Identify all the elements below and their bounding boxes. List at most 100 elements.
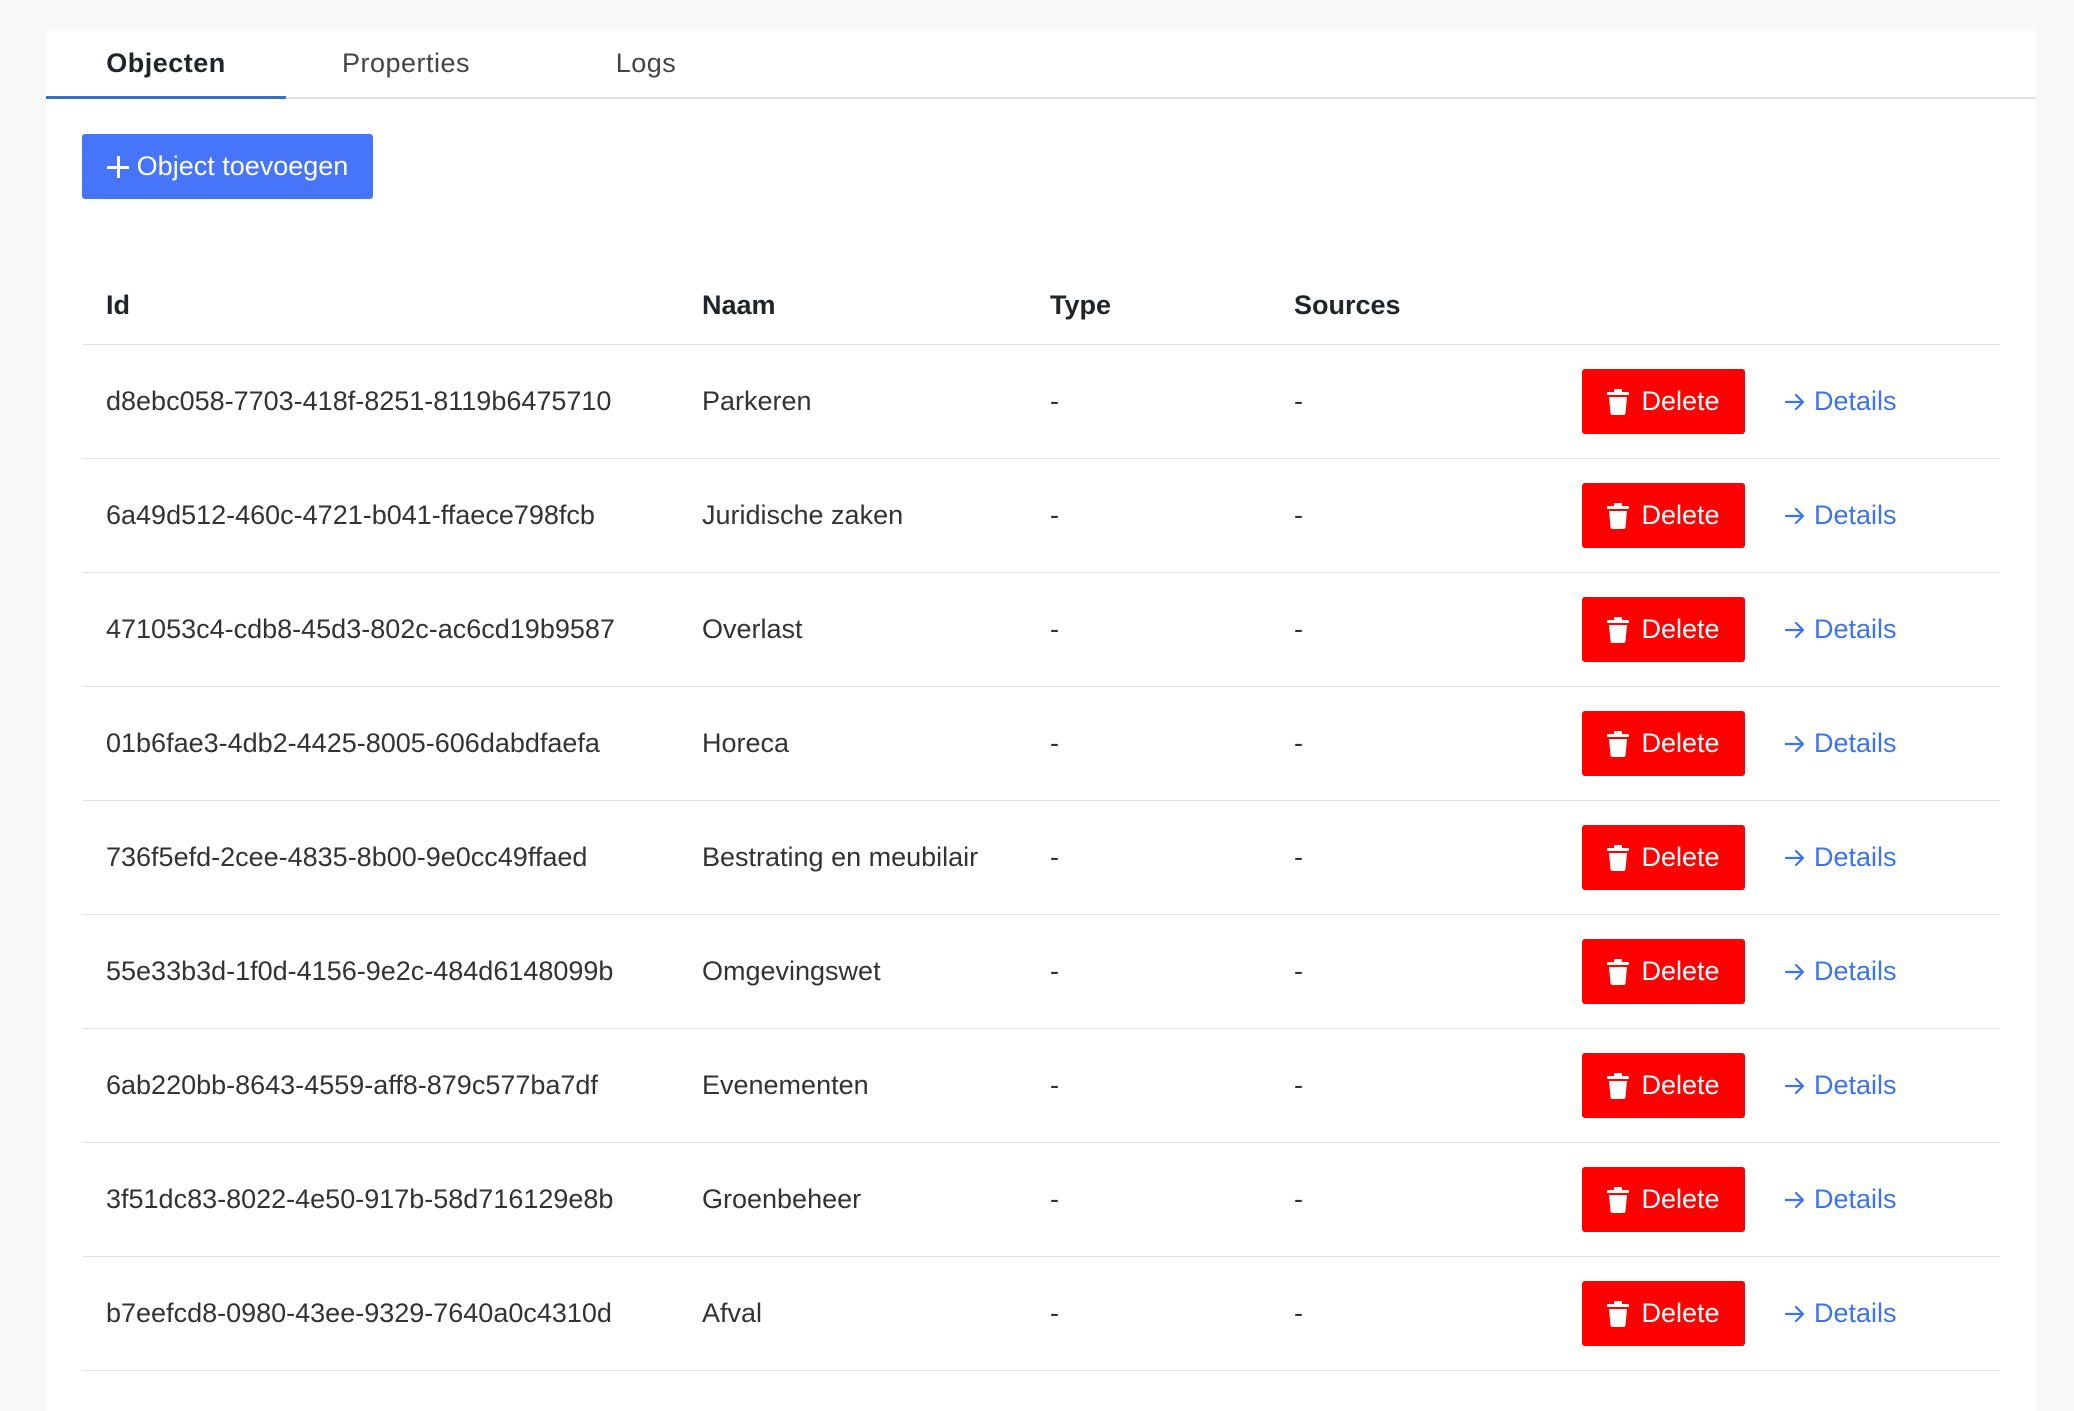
cell-type: - xyxy=(1050,1298,1059,1328)
delete-label: Delete xyxy=(1641,956,1720,986)
table-row: 55e33b3d-1f0d-4156-9e2c-484d6148099b Omg… xyxy=(82,915,2000,1029)
arrow-right-icon xyxy=(1784,1077,1805,1094)
details-label: Details xyxy=(1814,728,1897,758)
cell-id: b7eefcd8-0980-43ee-9329-7640a0c4310d xyxy=(106,1298,612,1328)
cell-id: 3f51dc83-8022-4e50-917b-58d716129e8b xyxy=(106,1184,614,1214)
delete-label: Delete xyxy=(1641,500,1720,530)
delete-label: Delete xyxy=(1641,614,1720,644)
delete-label: Delete xyxy=(1641,1184,1720,1214)
trash-icon xyxy=(1607,958,1630,985)
delete-label: Delete xyxy=(1641,842,1720,872)
delete-label: Delete xyxy=(1641,386,1720,416)
details-link[interactable]: Details xyxy=(1784,1257,1897,1370)
arrow-right-icon xyxy=(1784,963,1805,980)
details-link[interactable]: Details xyxy=(1784,573,1897,686)
trash-icon xyxy=(1607,844,1630,871)
delete-button[interactable]: Delete xyxy=(1582,825,1745,890)
cell-sources: - xyxy=(1294,1184,1303,1214)
trash-icon xyxy=(1607,730,1630,757)
cell-naam: Afval xyxy=(702,1298,763,1328)
details-link[interactable]: Details xyxy=(1784,915,1897,1028)
delete-button[interactable]: Delete xyxy=(1582,597,1745,662)
tab-properties[interactable]: Properties xyxy=(286,31,526,97)
cell-type: - xyxy=(1050,614,1059,644)
cell-sources: - xyxy=(1294,500,1303,530)
cell-naam: Groenbeheer xyxy=(702,1184,862,1214)
details-label: Details xyxy=(1814,500,1897,530)
delete-button[interactable]: Delete xyxy=(1582,1281,1745,1346)
trash-icon xyxy=(1607,1186,1630,1213)
cell-sources: - xyxy=(1294,1070,1303,1100)
table-row: d8ebc058-7703-418f-8251-8119b6475710 Par… xyxy=(82,345,2000,459)
arrow-right-icon xyxy=(1784,735,1805,752)
tab-objecten[interactable]: Objecten xyxy=(46,31,286,99)
trash-icon xyxy=(1607,502,1630,529)
cell-naam: Bestrating en meubilair xyxy=(702,842,979,872)
delete-button[interactable]: Delete xyxy=(1582,369,1745,434)
add-object-label: Object toevoegen xyxy=(136,151,349,181)
cell-id: 471053c4-cdb8-45d3-802c-ac6cd19b9587 xyxy=(106,614,615,644)
plus-icon xyxy=(106,155,129,178)
arrow-right-icon xyxy=(1784,1305,1805,1322)
cell-sources: - xyxy=(1294,842,1303,872)
details-link[interactable]: Details xyxy=(1784,801,1897,914)
objects-table: Id Naam Type Sources d8ebc058-7703-418f-… xyxy=(82,255,2000,1371)
trash-icon xyxy=(1607,1300,1630,1327)
arrow-right-icon xyxy=(1784,621,1805,638)
details-link[interactable]: Details xyxy=(1784,1143,1897,1256)
tab-logs[interactable]: Logs xyxy=(526,31,766,97)
table-row: 6a49d512-460c-4721-b041-ffaece798fcb Jur… xyxy=(82,459,2000,573)
table-header: Id Naam Type Sources xyxy=(82,255,2000,345)
delete-button[interactable]: Delete xyxy=(1582,1167,1745,1232)
delete-label: Delete xyxy=(1641,1298,1720,1328)
cell-sources: - xyxy=(1294,386,1303,416)
details-link[interactable]: Details xyxy=(1784,345,1897,458)
table-row: 6ab220bb-8643-4559-aff8-879c577ba7df Eve… xyxy=(82,1029,2000,1143)
cell-id: 6ab220bb-8643-4559-aff8-879c577ba7df xyxy=(106,1070,598,1100)
table-row: 3f51dc83-8022-4e50-917b-58d716129e8b Gro… xyxy=(82,1143,2000,1257)
arrow-right-icon xyxy=(1784,507,1805,524)
header-sources: Sources xyxy=(1294,290,1401,320)
cell-naam: Juridische zaken xyxy=(702,500,904,530)
cell-naam: Omgevingswet xyxy=(702,956,881,986)
cell-type: - xyxy=(1050,1070,1059,1100)
details-link[interactable]: Details xyxy=(1784,1029,1897,1142)
cell-sources: - xyxy=(1294,728,1303,758)
details-label: Details xyxy=(1814,614,1897,644)
details-link[interactable]: Details xyxy=(1784,459,1897,572)
arrow-right-icon xyxy=(1784,1191,1805,1208)
cell-type: - xyxy=(1050,500,1059,530)
delete-button[interactable]: Delete xyxy=(1582,1053,1745,1118)
arrow-right-icon xyxy=(1784,849,1805,866)
cell-naam: Overlast xyxy=(702,614,803,644)
table-row: 736f5efd-2cee-4835-8b00-9e0cc49ffaed Bes… xyxy=(82,801,2000,915)
delete-button[interactable]: Delete xyxy=(1582,939,1745,1004)
cell-id: 55e33b3d-1f0d-4156-9e2c-484d6148099b xyxy=(106,956,614,986)
trash-icon xyxy=(1607,388,1630,415)
delete-button[interactable]: Delete xyxy=(1582,483,1745,548)
cell-type: - xyxy=(1050,386,1059,416)
header-naam: Naam xyxy=(702,290,776,320)
cell-id: d8ebc058-7703-418f-8251-8119b6475710 xyxy=(106,386,612,416)
cell-id: 6a49d512-460c-4721-b041-ffaece798fcb xyxy=(106,500,595,530)
delete-button[interactable]: Delete xyxy=(1582,711,1745,776)
objects-card: Objecten Properties Logs Object toevoege… xyxy=(46,31,2036,1411)
details-label: Details xyxy=(1814,842,1897,872)
header-id: Id xyxy=(106,290,130,320)
cell-id: 736f5efd-2cee-4835-8b00-9e0cc49ffaed xyxy=(106,842,588,872)
details-link[interactable]: Details xyxy=(1784,687,1897,800)
details-label: Details xyxy=(1814,1298,1897,1328)
header-type: Type xyxy=(1050,290,1112,320)
trash-icon xyxy=(1607,616,1630,643)
details-label: Details xyxy=(1814,956,1897,986)
cell-id: 01b6fae3-4db2-4425-8005-606dabdfaefa xyxy=(106,728,600,758)
cell-type: - xyxy=(1050,956,1059,986)
add-object-button[interactable]: Object toevoegen xyxy=(82,134,373,199)
table-row: 471053c4-cdb8-45d3-802c-ac6cd19b9587 Ove… xyxy=(82,573,2000,687)
table-body: d8ebc058-7703-418f-8251-8119b6475710 Par… xyxy=(82,345,2000,1371)
cell-naam: Parkeren xyxy=(702,386,812,416)
cell-sources: - xyxy=(1294,956,1303,986)
cell-naam: Horeca xyxy=(702,728,790,758)
trash-icon xyxy=(1607,1072,1630,1099)
tab-bar: Objecten Properties Logs xyxy=(46,31,2036,99)
